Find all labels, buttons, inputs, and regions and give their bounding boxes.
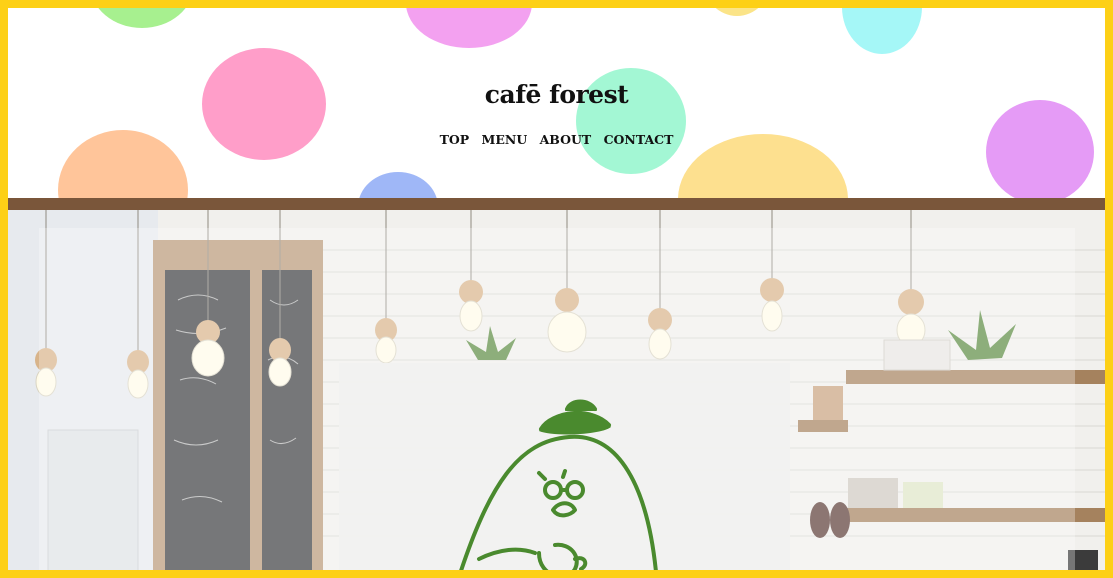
hero-section: [8, 210, 1105, 570]
mascot-card: [339, 363, 790, 570]
decorative-dot: [704, 8, 770, 16]
nav-item-contact[interactable]: CONTACT: [604, 132, 674, 147]
site-logo[interactable]: cafē forest: [8, 80, 1105, 109]
decorative-dot: [406, 8, 532, 48]
page-frame: cafē forest TOP MENU ABOUT CONTACT: [0, 0, 1113, 578]
main-nav: TOP MENU ABOUT CONTACT: [8, 132, 1105, 147]
header-divider: [8, 198, 1105, 210]
nav-item-top[interactable]: TOP: [440, 132, 470, 147]
decorative-dot: [842, 8, 922, 54]
decorative-dot: [358, 172, 438, 198]
nav-item-menu[interactable]: MENU: [482, 132, 528, 147]
decorative-dot: [986, 100, 1094, 198]
bird-with-hat-mascot-icon: [459, 399, 658, 570]
decorative-dot: [90, 8, 194, 28]
nav-item-about[interactable]: ABOUT: [540, 132, 592, 147]
site-header: cafē forest TOP MENU ABOUT CONTACT: [8, 8, 1105, 198]
